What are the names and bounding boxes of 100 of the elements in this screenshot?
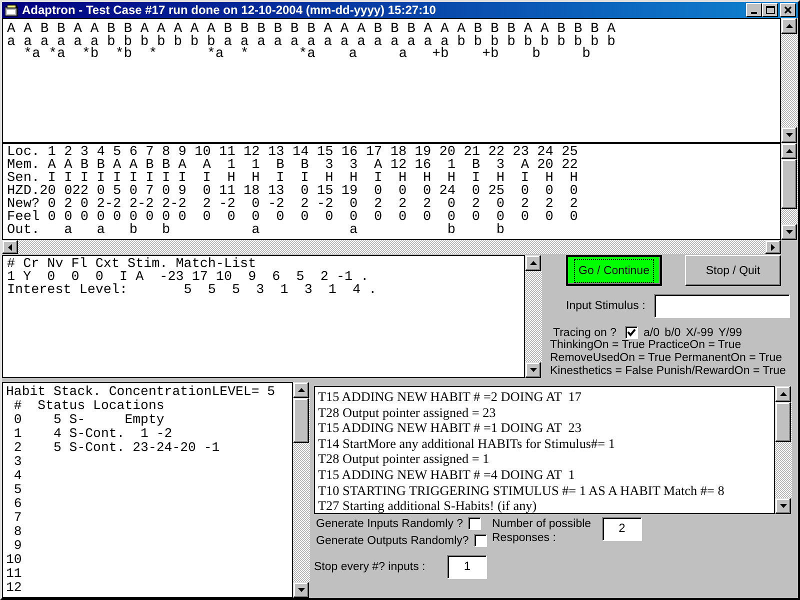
table-cell-text: 2 bbox=[96, 198, 105, 211]
table-cell-text: 0 bbox=[96, 185, 105, 198]
scroll-up-button[interactable] bbox=[293, 382, 309, 398]
window-title: Adaptron - Test Case #17 run done on 12-10-2004 (mm-dd-yyyy) 15:27:10 bbox=[22, 3, 437, 18]
table-cell-text: 2 bbox=[544, 198, 554, 211]
table-cell-text: A bbox=[112, 159, 122, 172]
scrollbar-thumb[interactable] bbox=[775, 402, 791, 442]
scroll-down-button[interactable] bbox=[781, 224, 797, 240]
text-line: 6 bbox=[12, 497, 23, 511]
input-field[interactable] bbox=[654, 294, 790, 318]
table-cell-text: 0 bbox=[373, 211, 382, 224]
table-cell-text: I bbox=[160, 172, 170, 185]
table-cell-text: 0 bbox=[300, 211, 309, 224]
table-cell-text: 3 bbox=[348, 159, 358, 172]
text-area[interactable]: # Cr Nv Fl Cxt Stim. Match-List 1 Y 0 0 0 I A -23 17 10 9 6 5 2 -1 . Interest Level: 5 5 5 3 1 3 1 4 . bbox=[2, 255, 525, 378]
text-line: 8 bbox=[12, 525, 23, 539]
checkbox[interactable] bbox=[474, 534, 487, 547]
stop-button[interactable]: Stop / Quit bbox=[685, 255, 781, 286]
table-cell-text: H bbox=[544, 172, 554, 185]
checkbox[interactable] bbox=[468, 517, 482, 530]
horizontal-scrollbar[interactable] bbox=[2, 240, 781, 254]
table-cell-text: B bbox=[275, 159, 284, 172]
table-cell-text: H bbox=[422, 172, 432, 185]
scroll-up-button[interactable] bbox=[781, 18, 797, 34]
table-cell-text: 15 bbox=[316, 146, 334, 159]
app-icon bbox=[4, 4, 18, 17]
table-cell-text: 12 bbox=[389, 159, 407, 172]
table-cell-text: 0 bbox=[112, 211, 122, 224]
table-cell-text: -2 bbox=[266, 198, 284, 211]
table-cell-text: 17 bbox=[364, 146, 382, 159]
table-cell-text: 2 bbox=[568, 198, 578, 211]
table-cell-text: 3 bbox=[324, 159, 334, 172]
scroll-down-button[interactable] bbox=[293, 582, 309, 598]
text-line: 10 bbox=[6, 553, 23, 567]
text-line: T28 Output pointer assigned = 1 bbox=[318, 451, 490, 467]
text-line: A A B B A A B B A A A A A B B B B B B A A A B B B A A A B B B A A B B B A bbox=[7, 23, 617, 36]
scroll-down-button[interactable] bbox=[781, 127, 797, 143]
go-button[interactable]: Go / Continue bbox=[566, 255, 662, 286]
scroll-up-button[interactable] bbox=[781, 143, 797, 159]
vertical-scrollbar[interactable] bbox=[781, 18, 798, 143]
table-cell-text: 0 bbox=[495, 198, 505, 211]
table-cell-text: 0 bbox=[96, 211, 105, 224]
scrollbar-thumb[interactable] bbox=[781, 159, 797, 209]
input-field[interactable]: 1 bbox=[447, 555, 488, 579]
triangle-down-icon bbox=[780, 504, 786, 508]
table-cell-text: 0 bbox=[446, 211, 456, 224]
triangle-down-icon bbox=[786, 133, 792, 137]
vertical-scrollbar[interactable] bbox=[781, 143, 798, 240]
close-button[interactable] bbox=[780, 3, 796, 18]
text-line: 7 bbox=[12, 511, 23, 525]
scroll-down-button[interactable] bbox=[525, 362, 541, 378]
scroll-right-button[interactable] bbox=[765, 240, 781, 254]
table-cell-text: 0 bbox=[373, 185, 382, 198]
table-cell-text: I bbox=[373, 172, 382, 185]
table-cell-text: A bbox=[202, 159, 211, 172]
triangle-down-icon bbox=[298, 588, 304, 592]
text-line: 11 bbox=[6, 567, 23, 581]
table-cell-text: b bbox=[446, 224, 456, 237]
maximize-button[interactable] bbox=[762, 3, 778, 18]
status-text: RemoveUsedOn = True PermanentOn = True bbox=[549, 352, 784, 365]
table-cell-text: 2 bbox=[63, 198, 72, 211]
table-cell-text: a bbox=[250, 224, 260, 237]
table-cell: -2 bbox=[138, 198, 154, 211]
scroll-down-button[interactable] bbox=[775, 498, 791, 514]
checkbox[interactable] bbox=[624, 326, 638, 339]
scroll-up-button[interactable] bbox=[525, 255, 541, 271]
table-cell-text: A bbox=[128, 159, 138, 172]
table-cell-text: I bbox=[202, 172, 211, 185]
table-cell-text: 20 bbox=[438, 146, 456, 159]
row-header: Feel bbox=[7, 211, 40, 224]
vertical-scrollbar[interactable] bbox=[293, 382, 310, 598]
table-cell-text: 0 bbox=[470, 185, 480, 198]
table-cell-text: H bbox=[568, 172, 578, 185]
triangle-up-icon bbox=[786, 149, 792, 153]
text-line: Habit Stack. ConcentrationLEVEL= 5 bbox=[6, 385, 276, 399]
minimize-button[interactable] bbox=[746, 3, 762, 18]
scroll-left-button[interactable] bbox=[2, 240, 18, 254]
table-cell-text: 1 bbox=[46, 146, 56, 159]
checkbox-label: Tracing on ? bbox=[553, 326, 616, 338]
vertical-scrollbar[interactable] bbox=[775, 386, 792, 514]
scroll-up-button[interactable] bbox=[775, 386, 791, 402]
table-cell-text: I bbox=[128, 172, 138, 185]
input-field[interactable]: 2 bbox=[602, 517, 642, 541]
vertical-scrollbar[interactable] bbox=[525, 255, 542, 378]
table-cell-text: 9 bbox=[177, 146, 186, 159]
text-line: 1 Y 0 0 0 I A -23 17 10 9 6 5 2 -1 . bbox=[7, 271, 370, 284]
table-cell-text: 5 bbox=[113, 185, 122, 198]
table-cell-text: 19 bbox=[414, 146, 432, 159]
text-area[interactable]: Habit Stack. ConcentrationLEVEL= 5 # Status Locations 0 5 S- Empty 1 4 S-Cont. 1 -2 2 5 S-Cont. 23-24-20 -1 3 4 5 6 7 8 9 10 11 12 bbox=[2, 382, 293, 598]
text-area[interactable] bbox=[2, 143, 781, 240]
text-area[interactable] bbox=[314, 386, 775, 514]
scrollbar-thumb[interactable] bbox=[293, 398, 309, 443]
text-area[interactable]: A A B B A A B B A A A A A B B B B B B A A A B B B A A A B B B A A B B B A a a a a a a b b b b b b b a a a a a a a a a a a a a a b b b b b b b b b b *a *a *b *b * *a * *a a a +b +b b b bbox=[2, 18, 781, 143]
table-cell-text: 3 bbox=[79, 146, 89, 159]
row-header: Out. bbox=[7, 224, 40, 237]
table-cell-text: A bbox=[46, 159, 56, 172]
table-cell-text: 0 bbox=[324, 211, 334, 224]
table-cell-text: 7 bbox=[146, 185, 154, 198]
text-line: T10 STARTING TRIGGERING STIMULUS #= 1 AS A HABIT Match #= 8 bbox=[318, 482, 726, 498]
field-label: Input Stimulus : bbox=[566, 300, 646, 312]
